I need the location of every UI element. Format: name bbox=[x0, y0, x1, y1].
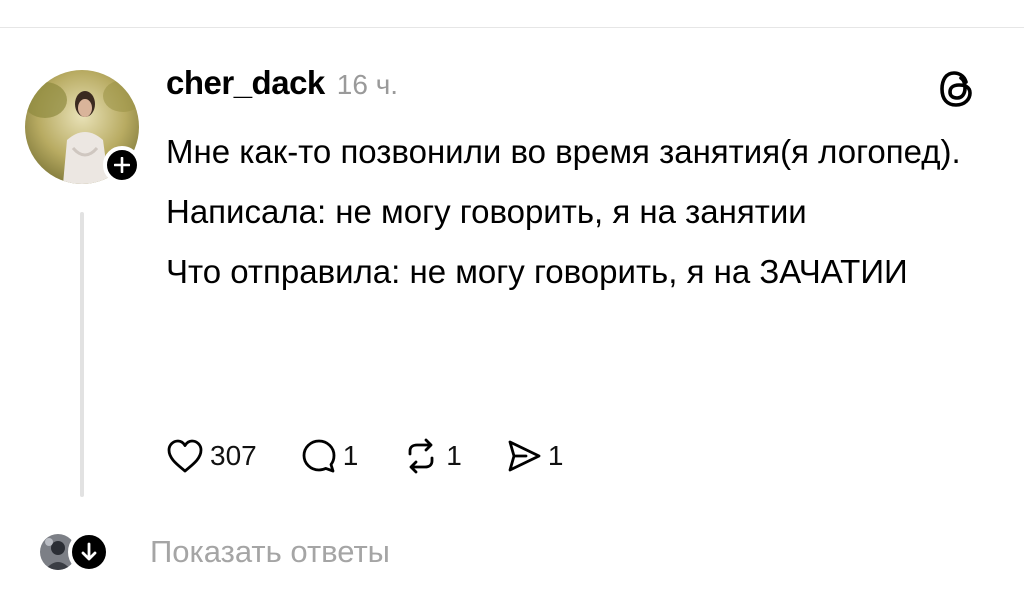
post-timestamp: 16 ч. bbox=[336, 69, 399, 100]
post-paragraph: Что отправила: не могу говорить, я на ЗА… bbox=[166, 253, 908, 290]
show-replies-row[interactable]: Показать ответы bbox=[40, 528, 390, 576]
top-divider bbox=[0, 27, 1024, 28]
post-actions: 307 1 1 1 bbox=[166, 432, 607, 480]
threads-logo-icon[interactable] bbox=[938, 68, 976, 110]
send-icon bbox=[508, 440, 541, 472]
heart-icon bbox=[167, 439, 203, 473]
like-count: 307 bbox=[210, 440, 257, 471]
reply-count: 1 bbox=[342, 440, 359, 471]
repost-button[interactable]: 1 bbox=[402, 438, 462, 474]
share-button[interactable]: 1 bbox=[506, 438, 564, 474]
thread-line bbox=[80, 212, 84, 497]
author-avatar-container[interactable] bbox=[25, 70, 141, 184]
post-paragraph: Мне как-то позвонили во время занятия(я … bbox=[166, 133, 961, 170]
post-body: Мне как-то позвонили во время занятия(я … bbox=[166, 126, 986, 306]
expand-replies-badge[interactable] bbox=[68, 531, 110, 573]
plus-icon bbox=[114, 157, 130, 173]
username-link[interactable]: cher_dack bbox=[166, 64, 325, 102]
reply-button[interactable]: 1 bbox=[301, 438, 359, 474]
arrow-down-icon bbox=[81, 542, 97, 561]
post-header: cher_dack 16 ч. bbox=[166, 64, 398, 114]
show-replies-link[interactable]: Показать ответы bbox=[150, 534, 390, 570]
like-button[interactable]: 307 bbox=[166, 438, 257, 474]
repost-icon bbox=[408, 438, 434, 474]
share-count: 1 bbox=[547, 440, 564, 471]
comment-icon bbox=[302, 439, 336, 473]
follow-button[interactable] bbox=[103, 146, 141, 184]
repost-count: 1 bbox=[446, 440, 462, 471]
post-paragraph: Написала: не могу говорить, я на занятии bbox=[166, 193, 807, 230]
